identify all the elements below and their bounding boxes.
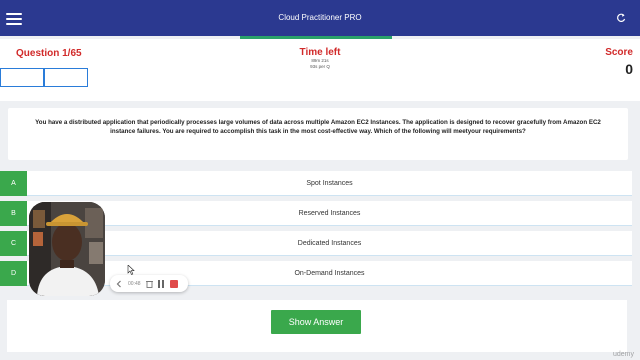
option-text: Spot Instances bbox=[306, 180, 353, 187]
question-navigator bbox=[0, 68, 88, 87]
question-nav-box[interactable] bbox=[44, 68, 88, 87]
webcam-overlay bbox=[29, 202, 105, 296]
recording-elapsed-time: 00:48 bbox=[128, 280, 141, 287]
question-text: You have a distributed application that … bbox=[35, 119, 601, 135]
mouse-cursor-icon bbox=[127, 265, 135, 275]
trash-icon[interactable] bbox=[145, 280, 153, 288]
app-frame: Cloud Practitioner PRO Question 1/65 Tim… bbox=[0, 0, 640, 360]
watermark: udemy bbox=[612, 351, 634, 358]
score-value: 0 bbox=[625, 61, 633, 77]
score: Score 0 bbox=[605, 47, 633, 77]
show-answer-button[interactable]: Show Answer bbox=[271, 310, 361, 334]
stop-icon[interactable] bbox=[169, 279, 178, 288]
timer: Time left 89m 21s 93s per Q bbox=[270, 47, 370, 70]
screen-recorder-controls: 00:48 bbox=[110, 275, 188, 292]
top-navigation-bar: Cloud Practitioner PRO bbox=[0, 0, 640, 36]
option-letter: C bbox=[0, 231, 27, 256]
time-per-question: 93s per Q bbox=[310, 64, 330, 69]
chevron-left-icon[interactable] bbox=[115, 279, 123, 289]
question-counter: Question 1/65 bbox=[16, 48, 82, 59]
question-nav-box[interactable] bbox=[0, 68, 44, 87]
question-card: You have a distributed application that … bbox=[8, 108, 628, 160]
quiz-header: Question 1/65 Time left 89m 21s 93s per … bbox=[0, 39, 640, 101]
refresh-icon[interactable] bbox=[616, 13, 626, 23]
option-text: Dedicated Instances bbox=[297, 240, 362, 247]
presenter-video bbox=[29, 202, 105, 296]
time-left-label: Time left bbox=[299, 47, 341, 58]
option-letter: A bbox=[0, 171, 27, 196]
option-letter: B bbox=[0, 201, 27, 226]
option-text: Reserved Instances bbox=[298, 210, 361, 217]
pause-icon[interactable] bbox=[157, 279, 165, 288]
option-a[interactable]: A Spot Instances bbox=[0, 171, 632, 196]
app-title: Cloud Practitioner PRO bbox=[278, 13, 362, 22]
score-label: Score bbox=[605, 47, 633, 58]
option-letter: D bbox=[0, 261, 27, 286]
